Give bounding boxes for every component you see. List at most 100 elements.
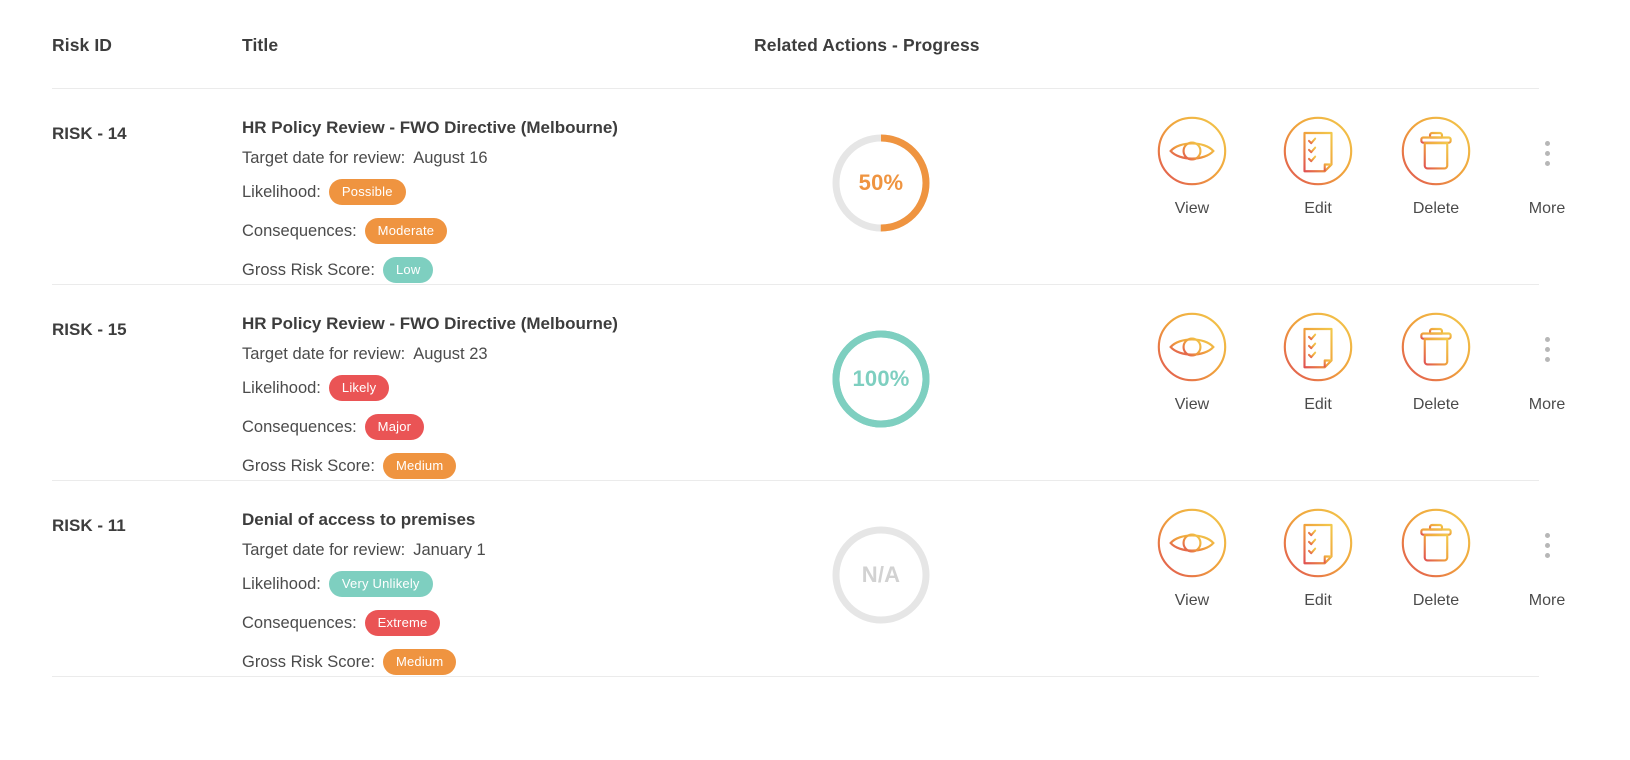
- more-action-label: More: [1501, 397, 1593, 413]
- more-vertical-icon: [1545, 337, 1550, 362]
- progress-value: 50%: [829, 131, 933, 235]
- actions-cell: ViewEditDeleteMore: [1096, 307, 1536, 457]
- view-action-label: View: [1146, 593, 1238, 609]
- target-date-value: January 1: [413, 542, 485, 559]
- delete-action[interactable]: Delete: [1390, 503, 1482, 609]
- progress-cell: 100%: [781, 299, 981, 459]
- progress-cell: N/A: [781, 495, 981, 655]
- gross-risk-score-label: Gross Risk Score:: [242, 262, 375, 279]
- gross-risk-score-row: Gross Risk Score: Medium: [242, 454, 722, 480]
- risk-id: RISK - 11: [52, 516, 126, 536]
- edit-action[interactable]: Edit: [1272, 503, 1364, 609]
- more-action[interactable]: More: [1501, 111, 1593, 217]
- progress-cell: 50%: [781, 103, 981, 263]
- consequences-badge: Extreme: [365, 610, 441, 636]
- risk-details: HR Policy Review - FWO Directive (Melbou…: [242, 315, 722, 493]
- edit-action-label: Edit: [1272, 201, 1364, 217]
- gross-risk-score-row: Gross Risk Score: Low: [242, 258, 722, 284]
- eye-icon: [1156, 507, 1228, 584]
- actions-cell: ViewEditDeleteMore: [1096, 503, 1536, 653]
- gross-risk-score-badge: Low: [383, 257, 433, 283]
- gross-risk-score-badge: Medium: [383, 453, 456, 479]
- column-header-related-actions-progress: Related Actions - Progress: [754, 35, 980, 56]
- consequences-badge: Major: [365, 414, 425, 440]
- more-action-icon-wrap: [1501, 111, 1593, 195]
- trash-icon: [1400, 115, 1472, 192]
- likelihood-label: Likelihood:: [242, 576, 321, 593]
- risk-title[interactable]: HR Policy Review - FWO Directive (Melbou…: [242, 119, 722, 136]
- edit-action-icon-wrap: [1272, 307, 1364, 391]
- view-action[interactable]: View: [1146, 503, 1238, 609]
- delete-action-icon-wrap: [1390, 307, 1482, 391]
- progress-donut: 50%: [829, 131, 933, 235]
- table-row[interactable]: RISK - 11 Denial of access to premises Tar…: [48, 481, 1582, 676]
- delete-action-icon-wrap: [1390, 111, 1482, 195]
- more-action[interactable]: More: [1501, 503, 1593, 609]
- eye-icon: [1156, 311, 1228, 388]
- consequences-label: Consequences:: [242, 615, 357, 632]
- more-action-icon-wrap: [1501, 307, 1593, 391]
- target-date-row: Target date for review: January 1: [242, 542, 722, 559]
- likelihood-badge: Likely: [329, 375, 389, 401]
- column-header-title: Title: [242, 35, 278, 56]
- edit-action[interactable]: Edit: [1272, 307, 1364, 413]
- likelihood-row: Likelihood: Likely: [242, 376, 722, 402]
- likelihood-badge: Possible: [329, 179, 406, 205]
- target-date-label: Target date for review:: [242, 150, 405, 167]
- risk-details: Denial of access to premises Target date …: [242, 511, 722, 689]
- risk-title[interactable]: Denial of access to premises: [242, 511, 722, 528]
- view-action-icon-wrap: [1146, 111, 1238, 195]
- gross-risk-score-badge: Medium: [383, 649, 456, 675]
- risk-id: RISK - 15: [52, 320, 127, 340]
- delete-action[interactable]: Delete: [1390, 307, 1482, 413]
- view-action-icon-wrap: [1146, 503, 1238, 587]
- more-vertical-icon: [1545, 141, 1550, 166]
- target-date-label: Target date for review:: [242, 346, 405, 363]
- checklist-icon: [1282, 507, 1354, 584]
- consequences-row: Consequences:Major: [242, 415, 722, 441]
- progress-value: N/A: [829, 523, 933, 627]
- consequences-badge: Moderate: [365, 218, 448, 244]
- delete-action[interactable]: Delete: [1390, 111, 1482, 217]
- consequences-row: Consequences: Extreme: [242, 611, 722, 637]
- target-date-value: August 23: [413, 346, 487, 363]
- delete-action-label: Delete: [1390, 397, 1482, 413]
- table-row[interactable]: RISK - 14 HR Policy Review - FWO Directiv…: [48, 89, 1582, 284]
- gross-risk-score-label: Gross Risk Score:: [242, 654, 375, 671]
- view-action-icon-wrap: [1146, 307, 1238, 391]
- consequences-row: Consequences: Moderate: [242, 219, 722, 245]
- likelihood-label: Likelihood:: [242, 184, 321, 201]
- progress-value: 100%: [829, 327, 933, 431]
- likelihood-row: Likelihood:Very Unlikely: [242, 572, 722, 598]
- view-action-label: View: [1146, 201, 1238, 217]
- edit-action-icon-wrap: [1272, 503, 1364, 587]
- edit-action-label: Edit: [1272, 397, 1364, 413]
- edit-action-icon-wrap: [1272, 111, 1364, 195]
- table-row[interactable]: RISK - 15 HR Policy Review - FWO Directiv…: [48, 285, 1582, 480]
- view-action[interactable]: View: [1146, 307, 1238, 413]
- target-date-label: Target date for review:: [242, 542, 405, 559]
- view-action-label: View: [1146, 397, 1238, 413]
- view-action[interactable]: View: [1146, 111, 1238, 217]
- gross-risk-score-row: Gross Risk Score: Medium: [242, 650, 722, 676]
- gross-risk-score-label: Gross Risk Score:: [242, 458, 375, 475]
- more-vertical-icon: [1545, 533, 1550, 558]
- risk-title[interactable]: HR Policy Review - FWO Directive (Melbou…: [242, 315, 722, 332]
- progress-donut: 100%: [829, 327, 933, 431]
- risk-details: HR Policy Review - FWO Directive (Melbou…: [242, 119, 722, 297]
- more-action[interactable]: More: [1501, 307, 1593, 413]
- target-date-row: Target date for review: August 16: [242, 150, 722, 167]
- target-date-row: Target date for review: August 23: [242, 346, 722, 363]
- likelihood-label: Likelihood:: [242, 380, 321, 397]
- trash-icon: [1400, 507, 1472, 584]
- trash-icon: [1400, 311, 1472, 388]
- delete-action-label: Delete: [1390, 201, 1482, 217]
- risk-id: RISK - 14: [52, 124, 127, 144]
- more-action-label: More: [1501, 593, 1593, 609]
- edit-action[interactable]: Edit: [1272, 111, 1364, 217]
- consequences-label: Consequences:: [242, 223, 357, 240]
- likelihood-row: Likelihood: Possible: [242, 180, 722, 206]
- target-date-value: August 16: [413, 150, 487, 167]
- edit-action-label: Edit: [1272, 593, 1364, 609]
- delete-action-label: Delete: [1390, 593, 1482, 609]
